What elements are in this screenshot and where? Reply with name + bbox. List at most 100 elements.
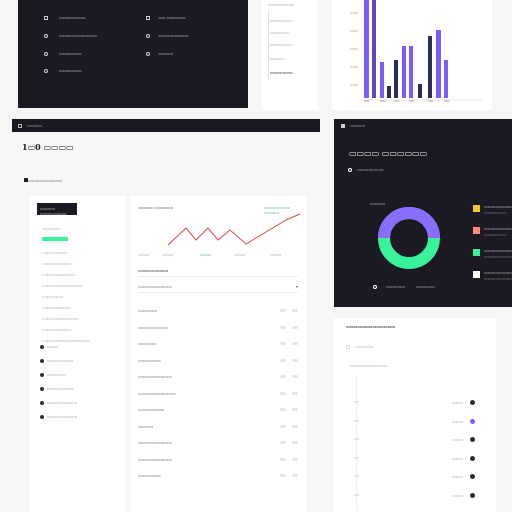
timeline-dot[interactable]: [470, 455, 475, 461]
tl-row-3b[interactable]: ▭▭▭▭: [146, 51, 173, 56]
x-tick: [380, 100, 385, 102]
timeline-dot[interactable]: [470, 474, 475, 479]
bar: [380, 62, 384, 98]
x-tick: [394, 100, 399, 102]
top-middle-list: ▭▭▭▭▭▭▭ ▭▭▭▭▭▭ ▭▭▭▭▭ ▭▭▭▭▭▭ ▭▭▭▭ ▭▭▭▭▭▭: [262, 0, 318, 110]
legend-swatch: [473, 271, 480, 278]
timeline-dot[interactable]: [470, 400, 475, 405]
list-item[interactable]: ▭▭▭▭: [270, 56, 285, 61]
row-indicator: [292, 342, 298, 345]
circle-icon: [40, 372, 44, 377]
bar: [444, 60, 448, 98]
list-item[interactable]: ▭▭▭▭▭▭: [270, 18, 293, 23]
table-row[interactable]: ▭▭▭▭▭▭▭▭▭▭: [138, 391, 176, 396]
sidebar-item[interactable]: • ▭▭▭▭▭▭▭▭▭▭▭▭: [42, 338, 90, 343]
sidebar-item[interactable]: • ▭▭▭▭▭▭▭▭: [42, 272, 75, 277]
legend-sublabel: ▭▭▭▭▭▭▭▭: [484, 276, 512, 281]
row-indicator: [280, 342, 286, 345]
tl-row-4[interactable]: ▭▭▭▭▭▭: [44, 68, 82, 73]
sidebar-footer-item[interactable]: ▭▭▭▭▭▭▭▭: [40, 400, 77, 405]
sidebar-footer-label: ▭▭▭▭▭▭▭: [47, 358, 74, 363]
row-indicator: [292, 358, 298, 362]
square-icon: [146, 15, 150, 20]
sidebar-footer-item[interactable]: ▭▭▭▭▭▭▭: [40, 386, 73, 391]
chevron-down-icon[interactable]: ▾: [296, 284, 298, 289]
tl-row-1b[interactable]: ▭▭ ▭▭▭▭▭: [146, 15, 186, 20]
list-item[interactable]: ▭▭▭▭▭▭: [270, 70, 293, 75]
sidebar-active-indicator[interactable]: [42, 237, 68, 241]
table-select[interactable]: ▭▭▭▭▭▭▭▭▭: [138, 284, 172, 289]
sidebar-item[interactable]: • ▭▭▭▭▭▭: [42, 250, 67, 255]
row-indicator: [292, 457, 298, 461]
table-row[interactable]: ▭▭▭▭▭▭▭▭▭: [138, 457, 172, 462]
sidebar-header-button[interactable]: ▭▭▭▭ ▭▭▭▭▭▭▭: [37, 203, 77, 216]
sidebar-footer-item[interactable]: ▭▭▭▭▭▭▭: [40, 358, 73, 363]
row-indicator: [292, 309, 298, 312]
sidebar: ▭▭▭▭ ▭▭▭▭▭▭▭ ▭▭▭▭▭ • ▭▭▭▭▭▭ • ▭▭▭▭▭▭▭ • ▭▭…: [30, 196, 126, 512]
list-title: ▭▭▭▭▭▭▭: [268, 2, 295, 7]
timeline-item-label: ▭▭▭: [452, 437, 464, 442]
bar: [387, 86, 391, 98]
square-icon: [44, 15, 48, 20]
tl-row-3[interactable]: ▭▭▭▭▭▭: [44, 51, 82, 56]
circle-icon[interactable]: [373, 284, 377, 289]
row-indicator: [280, 309, 286, 312]
sidebar-active-label: ▭▭▭▭▭: [42, 226, 61, 231]
legend-label: ▭▭▭▭▭▭▭▭: [484, 204, 512, 209]
timeline-dot[interactable]: [470, 418, 475, 424]
y-tick: [350, 12, 358, 14]
y-tick: [350, 48, 358, 50]
circle-icon: [348, 167, 352, 172]
y-ticks: [350, 12, 358, 86]
timeline-tick: [354, 475, 359, 477]
tl-row-1[interactable]: ▭▭▭▭▭▭▭: [44, 15, 86, 20]
sidebar-item[interactable]: • ▭▭▭▭▭▭▭▭▭▭: [42, 283, 82, 288]
sidebar-item[interactable]: • ▭▭▭▭▭▭▭▭▭: [42, 316, 79, 321]
table-row[interactable]: ▭▭▭▭: [138, 424, 153, 429]
timeline-dot[interactable]: [470, 437, 475, 442]
donut-chart: [378, 207, 440, 269]
row-indicator: [280, 441, 286, 444]
legend-sublabel: ▭▭▭▭▭▭: [484, 210, 507, 215]
row-indicator: [280, 391, 286, 395]
row-indicator: [292, 424, 298, 428]
sidebar-item[interactable]: • ▭▭▭▭▭▭▭: [42, 261, 71, 266]
row-indicator: [292, 441, 298, 444]
row-indicator: [280, 358, 286, 362]
sidebar-footer-item[interactable]: ▭▭▭▭▭: [40, 372, 66, 377]
sidebar-footer-item[interactable]: ▭▭▭: [40, 344, 58, 349]
tl-row-2b[interactable]: ▭▭▭▭▭▭▭▭: [146, 33, 188, 38]
table-row[interactable]: ▭▭▭▭▭▭▭▭: [138, 325, 168, 330]
footer-right[interactable]: ▭▭▭▭▭: [416, 284, 435, 289]
sidebar-footer-item[interactable]: ▭▭▭▭▭▭▭▭: [40, 414, 77, 419]
tl-row-2[interactable]: ▭▭▭▭▭▭▭▭▭▭: [44, 33, 97, 38]
circle-icon: [40, 358, 44, 363]
sidebar-item[interactable]: • ▭▭▭▭▭: [42, 294, 63, 299]
table-title: ▭▭▭▭▭▭▭▭: [138, 268, 169, 273]
table-row[interactable]: ▭▭▭▭▭▭: [138, 358, 161, 363]
sidebar-item[interactable]: • ▭▭▭▭▭▭▭: [42, 305, 71, 310]
circle-icon: [146, 33, 150, 38]
timeline-rule: [356, 376, 357, 510]
sidebar-footer-label: ▭▭▭▭▭▭▭▭: [47, 400, 78, 405]
list-item[interactable]: ▭▭▭▭▭▭: [270, 42, 293, 47]
table-row[interactable]: ▭▭▭▭▭▭▭: [138, 407, 164, 412]
table-row[interactable]: ▭▭▭▭▭▭▭▭▭: [138, 440, 172, 445]
table-row[interactable]: ▭▭▭▭▭▭: [138, 473, 161, 478]
sidebar-footer-label: ▭▭▭▭▭▭▭▭: [47, 414, 78, 419]
y-tick: [350, 66, 358, 68]
circle-icon: [40, 344, 44, 349]
window-heading: ▭▭▭▭ ▭▭▭▭▭▭: [349, 149, 428, 158]
circle-icon: [146, 51, 150, 56]
table-row[interactable]: ▭▭▭▭▭▭▭▭▭: [138, 374, 172, 379]
row-indicator: [292, 325, 298, 329]
table-row[interactable]: ▭▭▭▭▭: [138, 308, 157, 313]
timeline-tick: [354, 456, 359, 459]
timeline-dot[interactable]: [470, 492, 475, 498]
row-indicator: [292, 375, 298, 378]
line-series: [167, 213, 301, 246]
sidebar-item[interactable]: • ▭▭▭▭▭▭▭: [42, 327, 71, 332]
table-row[interactable]: ▭▭▭▭▭: [138, 341, 157, 346]
list-item[interactable]: ▭▭▭▭▭: [270, 30, 289, 35]
window-titlebar[interactable]: ▭▭▭▭: [12, 119, 320, 132]
